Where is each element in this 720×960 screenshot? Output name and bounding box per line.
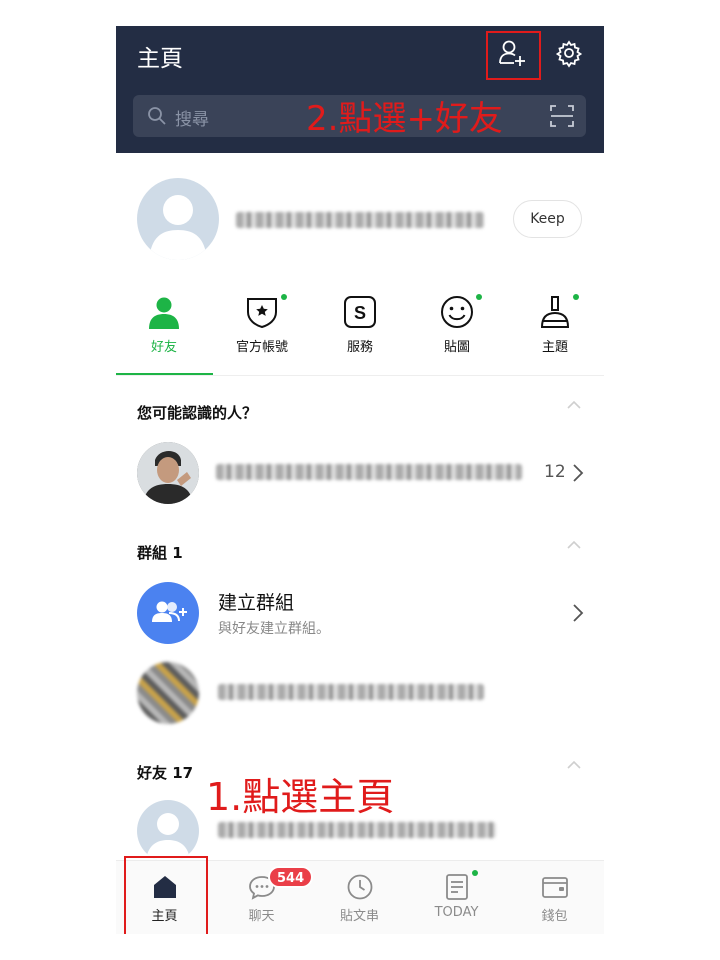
new-dot	[472, 870, 478, 876]
wallet-icon	[541, 877, 568, 898]
suggested-names-redacted	[216, 464, 522, 480]
suggested-avatar[interactable]	[137, 442, 199, 504]
collapse-caret-icon[interactable]	[567, 400, 581, 410]
person-icon	[149, 297, 179, 329]
suggested-count: 12	[544, 462, 566, 482]
nav-wallet[interactable]: 錢包	[506, 861, 603, 934]
add-group-icon	[152, 601, 187, 622]
friend-name-redacted	[218, 822, 496, 838]
brush-icon	[540, 296, 570, 328]
new-dot	[573, 294, 579, 300]
new-dot	[476, 294, 482, 300]
tab-stickers-label: 貼圖	[443, 340, 470, 355]
gear-icon[interactable]	[554, 38, 584, 68]
search-icon	[148, 107, 166, 125]
annotation-step-2: 2.點選+好友	[306, 99, 503, 139]
smiley-icon	[441, 296, 473, 328]
nav-timeline[interactable]: 貼文串	[311, 861, 408, 934]
annotation-box-add-friend	[486, 31, 541, 80]
clock-icon	[347, 874, 372, 900]
collapse-caret-icon[interactable]	[567, 760, 581, 770]
annotation-step-1: 1.點選主頁	[206, 775, 395, 819]
tab-stickers[interactable]: 貼圖	[417, 294, 497, 355]
my-profile-name-redacted	[236, 212, 484, 228]
news-icon	[445, 874, 468, 900]
tab-friends[interactable]: 好友	[124, 294, 204, 355]
tab-themes[interactable]: 主題	[515, 294, 595, 355]
divider	[116, 375, 604, 376]
page-title: 主頁	[137, 46, 183, 72]
group-avatar-redacted[interactable]	[137, 662, 199, 724]
friend-avatar[interactable]	[137, 800, 199, 862]
tab-services-label: 服務	[346, 340, 373, 355]
tab-themes-label: 主題	[541, 340, 568, 355]
chevron-right-icon[interactable]	[572, 603, 584, 623]
service-s-icon: S	[344, 296, 376, 328]
search-placeholder: 搜尋	[175, 110, 209, 130]
svg-text:S: S	[354, 303, 366, 323]
tab-official-accounts[interactable]: 官方帳號	[222, 294, 302, 355]
create-group-subtitle: 與好友建立群組。	[218, 621, 330, 637]
tab-services[interactable]: S 服務	[320, 294, 400, 355]
create-group-title[interactable]: 建立群組	[218, 588, 294, 615]
qr-scan-icon[interactable]	[550, 105, 574, 127]
nav-today-label: TODAY	[434, 905, 479, 920]
section-title-friends: 好友 17	[137, 764, 194, 782]
annotation-box-home	[124, 856, 208, 934]
section-title-groups: 群組 1	[137, 544, 183, 562]
group-name-redacted	[218, 684, 484, 700]
chat-unread-badge: 544	[268, 866, 314, 888]
new-dot	[281, 294, 287, 300]
collapse-caret-icon[interactable]	[567, 540, 581, 550]
shield-star-icon	[247, 298, 277, 329]
line-home-screen: 主頁 搜尋 Keep 好友 官方帳號 S 服務 貼圖 主題 您可能認識的人？ 1…	[116, 26, 604, 934]
nav-today[interactable]: TODAY	[408, 861, 505, 934]
tab-official-accounts-label: 官方帳號	[235, 340, 288, 355]
chevron-right-icon[interactable]	[572, 463, 584, 483]
nav-chats-label: 聊天	[248, 909, 275, 924]
nav-timeline-label: 貼文串	[339, 909, 379, 924]
keep-button[interactable]: Keep	[513, 200, 582, 238]
nav-wallet-label: 錢包	[541, 909, 568, 924]
section-title-suggested: 您可能認識的人？	[137, 404, 258, 422]
create-group-avatar[interactable]	[137, 582, 199, 644]
tab-friends-label: 好友	[150, 340, 177, 355]
my-profile-avatar[interactable]	[137, 178, 219, 260]
